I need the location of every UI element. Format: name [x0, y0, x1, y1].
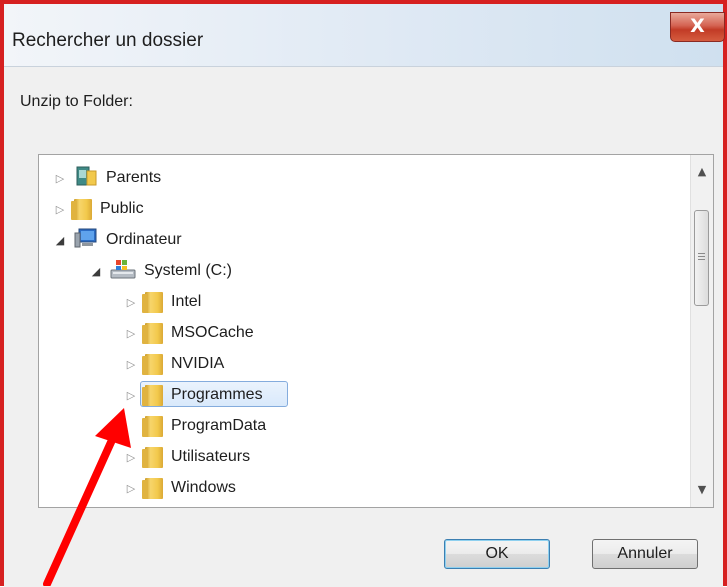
annotation-arrow-icon: [43, 408, 131, 586]
